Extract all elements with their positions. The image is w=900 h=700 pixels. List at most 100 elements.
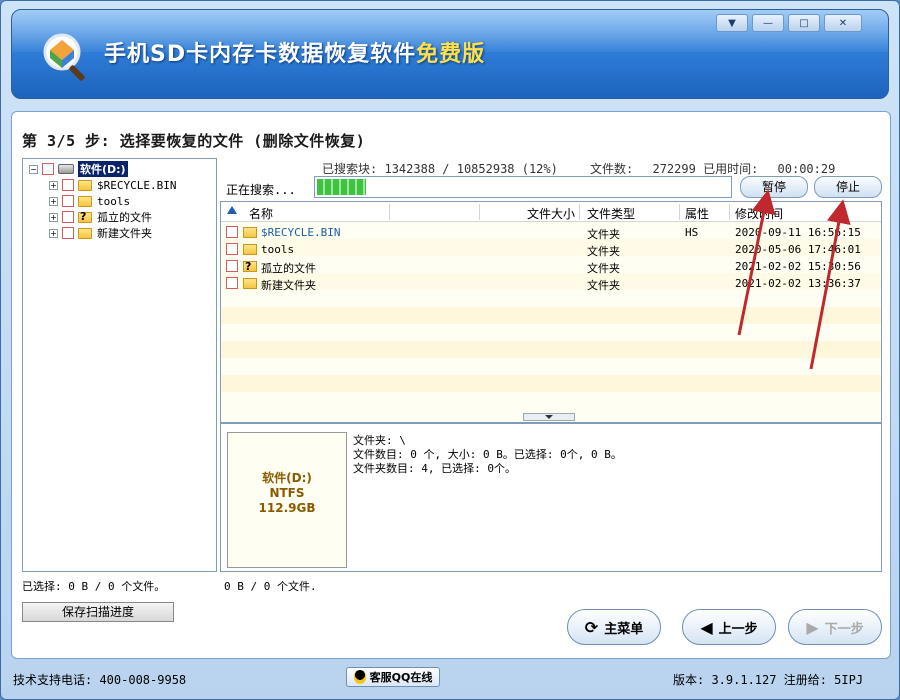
- file-name: 孤立的文件: [261, 262, 316, 275]
- file-checkbox[interactable]: [226, 277, 238, 289]
- column-type[interactable]: 文件类型: [587, 205, 635, 222]
- main-menu-label: 主菜单: [604, 621, 644, 637]
- folder-icon: [78, 195, 92, 207]
- tree-item[interactable]: + 孤立的文件: [49, 209, 152, 225]
- column-name[interactable]: 名称: [249, 205, 273, 222]
- folder-tree[interactable]: − 软件(D:) + $RECYCLE.BIN + tools + ? 孤立的文…: [22, 158, 217, 572]
- drive-icon: [58, 164, 74, 174]
- tree-item-label: tools: [97, 194, 131, 208]
- expand-icon[interactable]: +: [49, 180, 58, 190]
- column-size[interactable]: 文件大小: [527, 205, 575, 222]
- expand-icon[interactable]: +: [49, 196, 58, 206]
- file-time: 2020-09-11 16:56:15: [735, 226, 861, 239]
- drive-fs: NTFS: [269, 486, 305, 500]
- file-type: 文件夹: [587, 228, 620, 241]
- qq-label: 客服QQ在线: [369, 671, 433, 684]
- file-name: tools: [261, 243, 295, 256]
- pause-button[interactable]: 暂停: [740, 176, 808, 198]
- progress-fill: [317, 179, 367, 195]
- file-row[interactable]: 孤立的文件 文件夹 2021-02-02 15:30:56: [221, 258, 881, 275]
- tree-root-label: 软件(D:): [78, 161, 128, 177]
- maximize-icon[interactable]: □: [788, 14, 820, 32]
- arrow-left-icon: ◀: [700, 617, 713, 637]
- title-banner: 手机SD卡内存卡数据恢复软件免费版 ▼ — □ ✕: [11, 9, 889, 99]
- file-checkbox[interactable]: [226, 243, 238, 255]
- folder-icon: [243, 278, 257, 289]
- main-menu-button[interactable]: ⟳ 主菜单: [567, 609, 661, 645]
- next-label: 下一步: [824, 621, 864, 637]
- folder-icon: [78, 179, 92, 191]
- collapse-icon[interactable]: −: [29, 164, 38, 174]
- folder-icon: [78, 227, 92, 239]
- time-label: 已用时间:: [703, 162, 759, 176]
- tree-checkbox[interactable]: [62, 211, 74, 223]
- next-step-button[interactable]: ▶ 下一步: [788, 609, 882, 645]
- tree-checkbox[interactable]: [62, 195, 74, 207]
- file-name: 新建文件夹: [261, 279, 316, 292]
- file-type: 文件夹: [587, 262, 620, 275]
- panel-splitter[interactable]: [523, 413, 575, 421]
- drive-name: 软件(D:): [262, 471, 312, 485]
- app-title-free: 免费版: [416, 42, 486, 67]
- file-list-header: 名称 文件大小 文件类型 属性 修改时间: [221, 202, 881, 222]
- prev-step-button[interactable]: ◀ 上一步: [682, 609, 776, 645]
- file-time: 2021-02-02 15:30:56: [735, 260, 861, 273]
- info-panel: 软件(D:) NTFS 112.9GB 文件夹: \ 文件数目: 0 个, 大小…: [220, 423, 882, 572]
- footer-bar: 技术支持电话: 400-008-9958 客服QQ在线 版本: 3.9.1.12…: [1, 663, 899, 699]
- file-list[interactable]: 名称 文件大小 文件类型 属性 修改时间 $RECYCLE.BIN 文件夹 HS…: [220, 201, 882, 423]
- save-scan-progress-button[interactable]: 保存扫描进度: [22, 602, 174, 622]
- sort-up-icon[interactable]: [227, 206, 237, 214]
- tree-checkbox[interactable]: [42, 163, 54, 175]
- drive-size: 112.9GB: [258, 501, 316, 515]
- file-row[interactable]: $RECYCLE.BIN 文件夹 HS 2020-09-11 16:56:15: [221, 224, 881, 241]
- folder-icon: [243, 227, 257, 238]
- info-folder-count: 文件夹数目: 4, 已选择: 0个。: [353, 462, 516, 475]
- expand-icon[interactable]: +: [49, 212, 58, 222]
- app-title-main: 手机SD卡内存卡数据恢复软件: [104, 42, 417, 67]
- tree-item-label: 新建文件夹: [97, 227, 152, 240]
- file-type: 文件夹: [587, 279, 620, 292]
- app-window: 手机SD卡内存卡数据恢复软件免费版 ▼ — □ ✕ 第 3/5 步: 选择要恢复…: [0, 0, 900, 700]
- searching-label: 正在搜索...: [226, 183, 296, 197]
- expand-icon[interactable]: +: [49, 228, 58, 238]
- tree-item[interactable]: + tools: [49, 193, 130, 209]
- minimize-icon[interactable]: —: [752, 14, 784, 32]
- file-row[interactable]: 新建文件夹 文件夹 2021-02-02 13:36:37: [221, 275, 881, 292]
- orphan-folder-icon: [243, 260, 257, 273]
- file-name: $RECYCLE.BIN: [261, 226, 341, 239]
- file-time: 2021-02-02 13:36:37: [735, 277, 861, 290]
- tree-checkbox[interactable]: [62, 227, 74, 239]
- column-attr[interactable]: 属性: [685, 205, 709, 222]
- drive-summary: 软件(D:) NTFS 112.9GB: [227, 432, 347, 568]
- file-status: 0 B / 0 个文件.: [224, 580, 317, 593]
- main-panel: 第 3/5 步: 选择要恢复的文件 (删除文件恢复) − 软件(D:) + $R…: [11, 111, 891, 659]
- column-modified[interactable]: 修改时间: [735, 205, 783, 222]
- blocks-stat: 已搜索块: 1342388 / 10852938 (12%): [322, 160, 558, 177]
- blocks-label: 已搜索块:: [322, 162, 378, 176]
- file-row[interactable]: tools 文件夹 2020-05-06 17:46:01: [221, 241, 881, 258]
- file-checkbox[interactable]: [226, 260, 238, 272]
- support-phone: 技术支持电话: 400-008-9958: [13, 673, 187, 687]
- qq-icon: [353, 670, 366, 684]
- files-label: 文件数:: [590, 162, 634, 176]
- refresh-icon: ⟳: [584, 617, 599, 637]
- step-title: 第 3/5 步: 选择要恢复的文件 (删除文件恢复): [22, 132, 366, 150]
- tree-item[interactable]: + 新建文件夹: [49, 225, 152, 241]
- tree-item-label: $RECYCLE.BIN: [97, 178, 177, 192]
- app-title: 手机SD卡内存卡数据恢复软件免费版: [104, 36, 485, 68]
- orphan-folder-icon: [78, 210, 92, 223]
- files-stat: 文件数: 272299 已用时间: 00:00:29: [590, 160, 835, 177]
- arrow-right-icon: ▶: [806, 617, 819, 637]
- dropdown-menu-icon[interactable]: ▼: [716, 14, 748, 32]
- files-value: 272299: [652, 162, 696, 176]
- tree-root[interactable]: − 软件(D:): [29, 161, 128, 177]
- stop-button[interactable]: 停止: [814, 176, 882, 198]
- tree-item[interactable]: + $RECYCLE.BIN: [49, 177, 176, 193]
- version-info: 版本: 3.9.1.127 注册给: 5IPJ: [673, 673, 864, 687]
- blocks-value: 1342388 / 10852938 (12%): [384, 162, 558, 176]
- qq-support-button[interactable]: 客服QQ在线: [346, 667, 440, 687]
- file-attr: HS: [685, 226, 699, 239]
- file-checkbox[interactable]: [226, 226, 238, 238]
- close-icon[interactable]: ✕: [824, 14, 862, 32]
- tree-checkbox[interactable]: [62, 179, 74, 191]
